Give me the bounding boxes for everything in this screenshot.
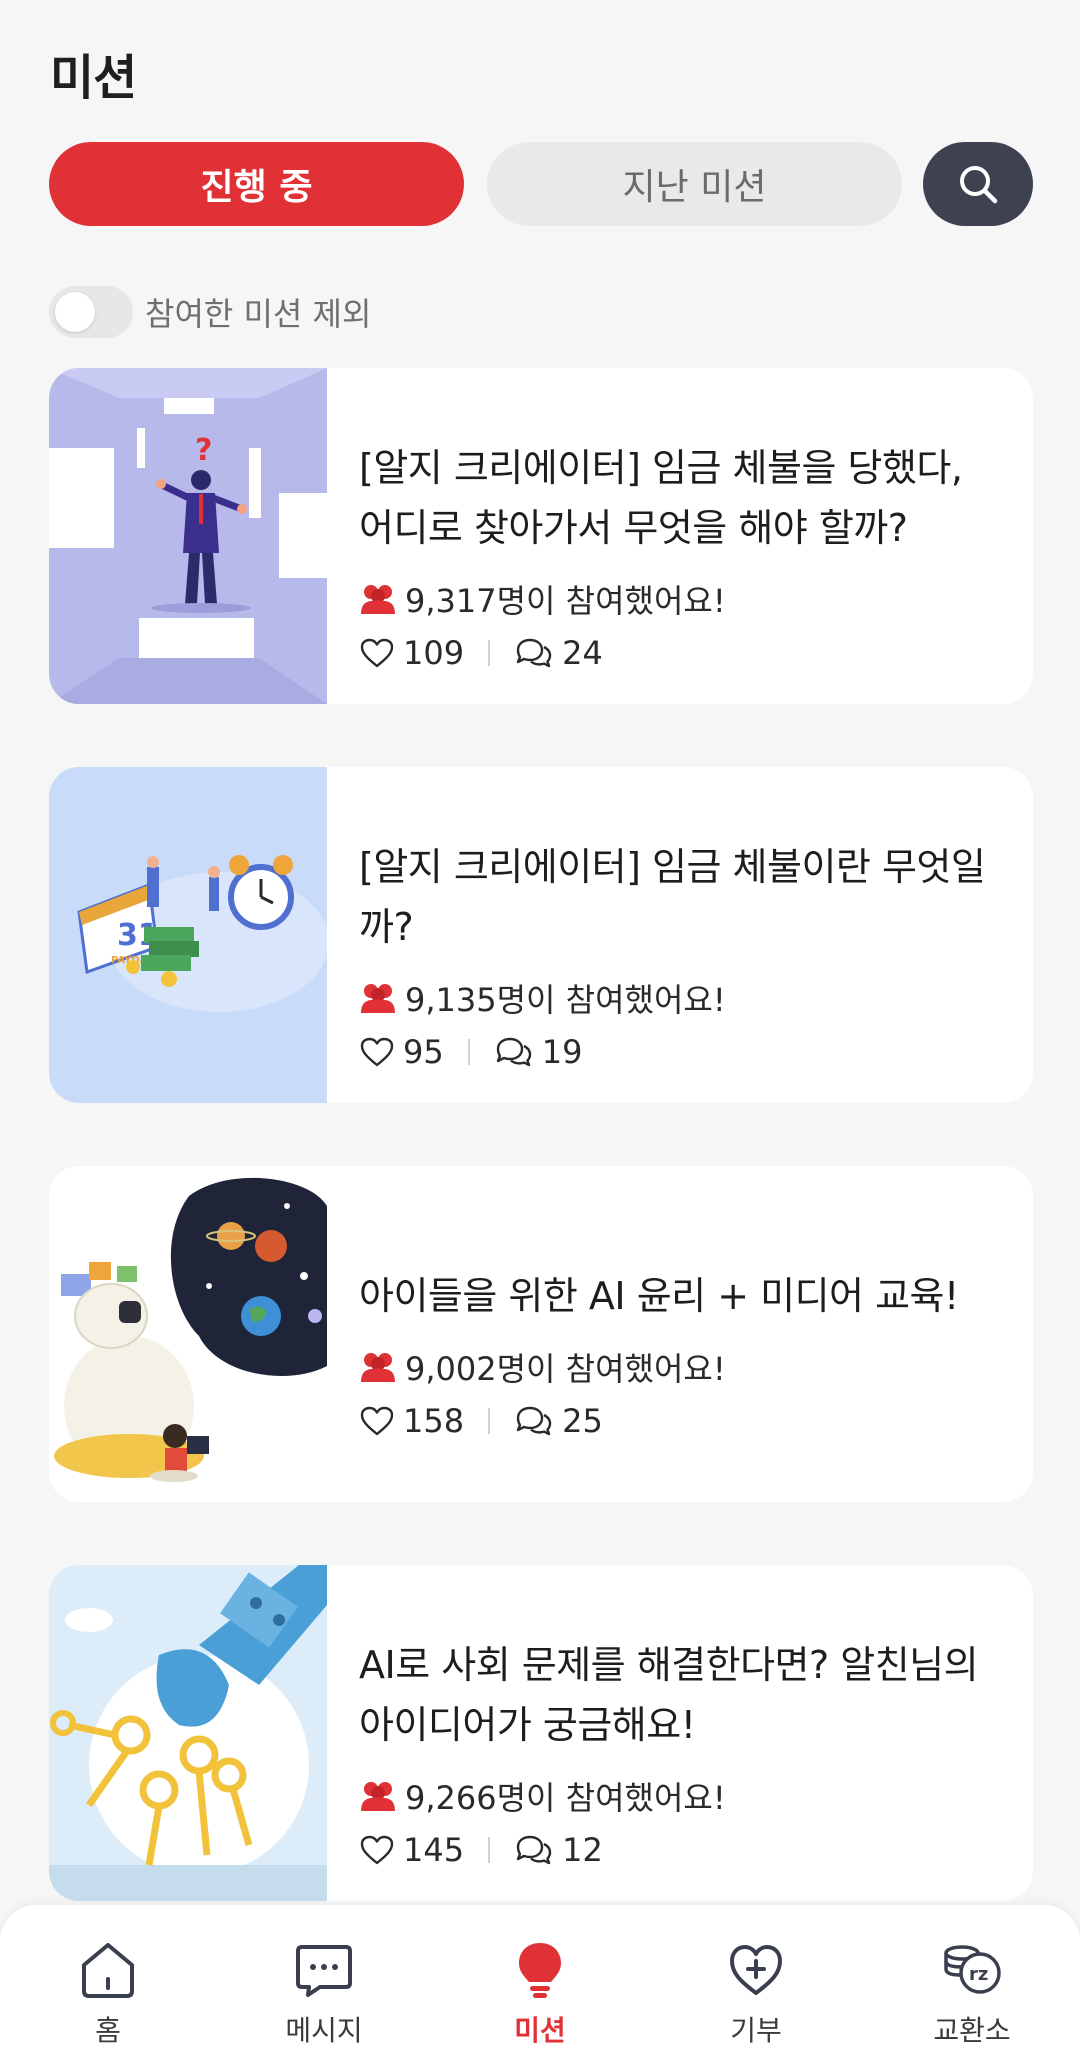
nav-label: 미션 bbox=[514, 2014, 566, 2047]
message-icon bbox=[296, 1945, 352, 1997]
nav-item-exchange[interactable]: rz 교환소 bbox=[864, 1905, 1080, 2070]
mission-bulb-icon bbox=[519, 1943, 561, 1998]
nav-label: 메시지 bbox=[285, 2014, 363, 2047]
mission-title: 아이들을 위한 AI 윤리 + 미디어 교육! bbox=[359, 1274, 959, 1318]
participants-row: 9,317명이 참여했어요! bbox=[359, 576, 1003, 622]
bottom-nav: 홈 메시지 미션 기부 rz 교환소 bbox=[0, 1905, 1080, 2070]
participants-row: 9,002명이 참여했어요! bbox=[359, 1344, 1003, 1390]
divider bbox=[488, 1837, 491, 1863]
likes-count: 109 bbox=[403, 634, 465, 672]
comment-icon bbox=[516, 638, 552, 668]
comments[interactable]: 19 bbox=[494, 1033, 583, 1071]
heart-icon bbox=[360, 638, 394, 668]
heart-icon bbox=[360, 1835, 394, 1865]
stats-row: 158 25 bbox=[359, 1402, 1003, 1440]
home-icon bbox=[82, 1943, 134, 1998]
divider bbox=[467, 1039, 470, 1065]
stats-row: 95 19 bbox=[359, 1033, 1003, 1071]
mission-title: AI로 사회 문제를 해결한다면? 알친님의 아이디어가 궁금해요! bbox=[359, 1643, 979, 1747]
nav-label: 홈 bbox=[95, 2014, 121, 2047]
likes[interactable]: 145 bbox=[359, 1831, 464, 1869]
mission-card[interactable]: 31 PAYDAY [알지 크리에이터] 임금 체불이란 무엇일까? bbox=[49, 767, 1033, 1103]
mission-thumbnail: ? bbox=[49, 368, 327, 704]
heart-icon bbox=[360, 1037, 394, 1067]
comment-icon bbox=[496, 1037, 531, 1067]
nav-item-home[interactable]: 홈 bbox=[0, 1905, 216, 2070]
participants-row: 9,135명이 참여했어요! bbox=[359, 975, 1003, 1021]
mission-title: [알지 크리에이터] 임금 체불을 당했다, 어디로 찾아가서 무엇을 해야 할… bbox=[359, 446, 963, 550]
divider bbox=[488, 1408, 491, 1434]
exchange-coin-icon: rz bbox=[944, 1945, 1001, 1994]
comments-count: 12 bbox=[562, 1831, 603, 1869]
people-icon bbox=[361, 1353, 395, 1382]
comment-icon bbox=[516, 1406, 552, 1436]
tab-past-missions[interactable]: 지난 미션 bbox=[487, 142, 902, 226]
likes-count: 95 bbox=[403, 1033, 444, 1071]
mission-thumbnail bbox=[49, 1166, 327, 1502]
mission-thumbnail: 31 PAYDAY bbox=[49, 767, 327, 1103]
comments[interactable]: 12 bbox=[514, 1831, 603, 1869]
mission-card[interactable]: ? [알지 크리에이터] 임금 체불을 당했다, 어디로 찾아가서 무엇을 해야… bbox=[49, 368, 1033, 704]
comments-count: 24 bbox=[562, 634, 603, 672]
participants-count: 9,266명이 참여했어요! bbox=[405, 1779, 726, 1817]
comments-count: 25 bbox=[562, 1402, 603, 1440]
tab-ongoing[interactable]: 진행 중 bbox=[49, 142, 464, 226]
people-icon bbox=[361, 585, 395, 614]
nav-item-mission[interactable]: 미션 bbox=[432, 1905, 648, 2070]
comments[interactable]: 25 bbox=[514, 1402, 603, 1440]
search-icon bbox=[960, 166, 998, 204]
svg-text:rz: rz bbox=[969, 1964, 988, 1985]
comment-icon bbox=[516, 1835, 552, 1865]
likes[interactable]: 109 bbox=[359, 634, 464, 672]
nav-item-donate[interactable]: 기부 bbox=[648, 1905, 864, 2070]
stats-row: 109 24 bbox=[359, 634, 1003, 672]
likes[interactable]: 158 bbox=[359, 1402, 464, 1440]
exclude-participated-toggle[interactable] bbox=[49, 286, 133, 338]
mission-card[interactable]: 아이들을 위한 AI 윤리 + 미디어 교육! 9,002명이 참여했어요! 1… bbox=[49, 1166, 1033, 1502]
nav-item-message[interactable]: 메시지 bbox=[216, 1905, 432, 2070]
mission-thumbnail bbox=[49, 1565, 327, 1901]
comments-count: 19 bbox=[541, 1033, 583, 1071]
comments[interactable]: 24 bbox=[514, 634, 603, 672]
participants-row: 9,266명이 참여했어요! bbox=[359, 1773, 1003, 1819]
mission-title: [알지 크리에이터] 임금 체불이란 무엇일까? bbox=[359, 845, 986, 949]
participants-count: 9,317명이 참여했어요! bbox=[405, 582, 726, 620]
nav-label: 교환소 bbox=[933, 2014, 1011, 2047]
search-button[interactable] bbox=[923, 142, 1033, 226]
likes-count: 158 bbox=[403, 1402, 465, 1440]
mission-card[interactable]: AI로 사회 문제를 해결한다면? 알친님의 아이디어가 궁금해요! 9,266… bbox=[49, 1565, 1033, 1901]
stats-row: 145 12 bbox=[359, 1831, 1003, 1869]
exclude-participated-filter: 참여한 미션 제외 bbox=[49, 286, 371, 338]
page-title: 미션 bbox=[50, 50, 137, 106]
filter-label: 참여한 미션 제외 bbox=[145, 295, 372, 333]
likes[interactable]: 95 bbox=[359, 1033, 444, 1071]
heart-icon bbox=[360, 1406, 394, 1436]
people-icon bbox=[361, 984, 395, 1013]
participants-count: 9,135명이 참여했어요! bbox=[405, 981, 726, 1019]
divider bbox=[488, 640, 491, 666]
people-icon bbox=[361, 1782, 395, 1811]
likes-count: 145 bbox=[403, 1831, 465, 1869]
participants-count: 9,002명이 참여했어요! bbox=[405, 1350, 726, 1388]
nav-label: 기부 bbox=[730, 2014, 782, 2047]
svg-text:?: ? bbox=[195, 433, 212, 468]
donate-heart-icon bbox=[730, 1945, 782, 1995]
